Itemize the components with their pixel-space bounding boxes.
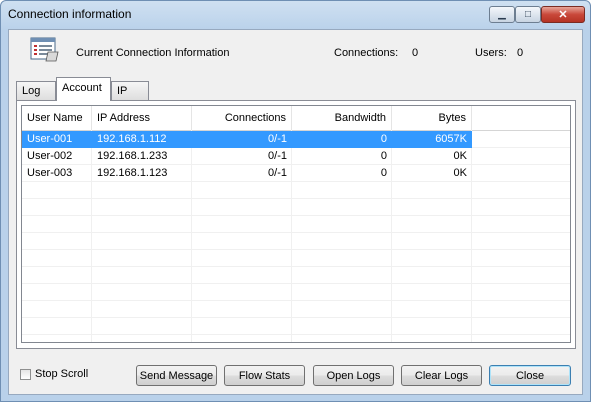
grid-line bbox=[22, 249, 570, 250]
connections-count: 0 bbox=[412, 47, 419, 59]
accounts-list[interactable]: User Name IP Address Connections Bandwid… bbox=[21, 105, 571, 343]
cell-bandwidth: 0 bbox=[380, 150, 387, 162]
table-row[interactable]: User-001 192.168.1.112 0/-1 0 6057K bbox=[22, 131, 472, 148]
cell-connections: 0/-1 bbox=[268, 167, 287, 179]
stop-scroll-label: Stop Scroll bbox=[35, 368, 89, 380]
column-ip-address[interactable]: IP Address bbox=[92, 106, 192, 130]
send-message-button[interactable]: Send Message bbox=[136, 365, 217, 386]
grid-line bbox=[22, 215, 570, 216]
flow-stats-button[interactable]: Flow Stats bbox=[224, 365, 305, 386]
table-row[interactable]: User-003 192.168.1.123 0/-1 0 0K bbox=[22, 165, 472, 182]
cell-bytes: 0K bbox=[453, 167, 467, 179]
cell-ip-address: 192.168.1.123 bbox=[97, 167, 168, 179]
window-title: Connection information bbox=[8, 7, 132, 21]
column-bandwidth[interactable]: Bandwidth bbox=[292, 106, 392, 130]
tab-log[interactable]: Log bbox=[16, 81, 56, 100]
column-user-name[interactable]: User Name bbox=[22, 106, 92, 130]
cell-bytes: 0K bbox=[453, 150, 467, 162]
header-label: Current Connection Information bbox=[76, 47, 230, 59]
client-area: Current Connection Information Connectio… bbox=[8, 29, 583, 395]
close-icon: ✕ bbox=[558, 9, 568, 21]
grid-line bbox=[22, 232, 570, 233]
close-button[interactable]: Close bbox=[489, 365, 571, 386]
cell-user-name: User-002 bbox=[27, 150, 73, 162]
column-bytes[interactable]: Bytes bbox=[392, 106, 472, 130]
grid-line bbox=[22, 266, 570, 267]
connections-label: Connections: bbox=[334, 47, 399, 59]
list-header: User Name IP Address Connections Bandwid… bbox=[22, 106, 570, 131]
cell-ip-address: 192.168.1.233 bbox=[97, 150, 168, 162]
cell-connections: 0/-1 bbox=[268, 150, 287, 162]
minimize-button[interactable]: ▁ bbox=[489, 6, 515, 23]
open-logs-button[interactable]: Open Logs bbox=[313, 365, 394, 386]
grid-line bbox=[22, 334, 570, 335]
clear-logs-button[interactable]: Clear Logs bbox=[401, 365, 482, 386]
maximize-button[interactable]: □ bbox=[515, 6, 541, 23]
table-row[interactable]: User-002 192.168.1.233 0/-1 0 0K bbox=[22, 148, 472, 165]
maximize-icon: □ bbox=[524, 9, 532, 20]
cell-bytes: 6057K bbox=[392, 131, 472, 148]
cell-bandwidth: 0 bbox=[292, 131, 392, 148]
grid-line bbox=[22, 300, 570, 301]
cell-connections: 0/-1 bbox=[192, 131, 292, 148]
stop-scroll-checkbox[interactable] bbox=[20, 368, 31, 380]
grid-line bbox=[22, 198, 570, 199]
connection-list-icon bbox=[30, 37, 59, 62]
title-bar[interactable]: Connection information ▁ □ ✕ bbox=[1, 1, 590, 29]
cell-user-name: User-001 bbox=[22, 131, 92, 148]
cell-ip-address: 192.168.1.112 bbox=[92, 131, 192, 148]
account-tab-panel: User Name IP Address Connections Bandwid… bbox=[16, 100, 576, 349]
tab-ip[interactable]: IP bbox=[111, 81, 149, 100]
column-connections[interactable]: Connections bbox=[192, 106, 292, 130]
close-window-button[interactable]: ✕ bbox=[541, 6, 585, 23]
stop-scroll-control[interactable]: Stop Scroll bbox=[20, 368, 88, 380]
cell-user-name: User-003 bbox=[27, 167, 73, 179]
users-label: Users: bbox=[475, 47, 507, 59]
cell-bandwidth: 0 bbox=[380, 167, 387, 179]
tab-account[interactable]: Account bbox=[56, 77, 111, 101]
minimize-icon: ▁ bbox=[498, 9, 506, 20]
users-count: 0 bbox=[517, 47, 524, 59]
grid-line bbox=[22, 317, 570, 318]
grid-line bbox=[22, 283, 570, 284]
connection-info-window: Connection information ▁ □ ✕ Current Con… bbox=[0, 0, 591, 402]
